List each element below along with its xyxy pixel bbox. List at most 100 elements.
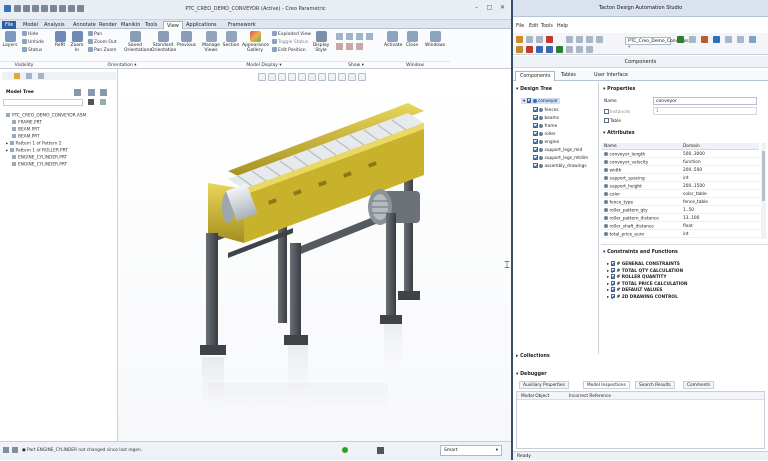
menu-help[interactable]: Help <box>557 24 568 29</box>
checkbox-checked-icon[interactable] <box>610 267 616 272</box>
open-icon[interactable] <box>526 36 533 43</box>
menu-tools[interactable]: Tools <box>541 24 553 29</box>
csys-icon[interactable] <box>366 33 373 40</box>
constraint-item[interactable]: ▸ # ROLLER QUANTITY <box>607 274 666 280</box>
checkbox-checked-icon[interactable] <box>533 163 538 168</box>
ribbon-tab-analysis[interactable]: Analysis <box>41 21 68 29</box>
constraint-item[interactable]: ▸ # DEFAULT VALUES <box>607 287 662 293</box>
checkbox-checked-icon[interactable] <box>533 131 538 136</box>
debugger-tab-search-results[interactable]: Search Results <box>635 381 675 389</box>
constraint-item[interactable]: ▸ # GENERAL CONSTRAINTS <box>607 261 680 267</box>
manage-views-button[interactable]: Manage Views <box>201 31 221 53</box>
attribute-row[interactable]: total_price_euro int <box>601 230 759 238</box>
model-tree-tab-icon[interactable] <box>14 73 20 79</box>
instances-row[interactable]: Instances <box>604 109 630 115</box>
model-tree-item[interactable]: FRAME.PRT <box>12 120 42 126</box>
constraint-item[interactable]: ▸ # TOTAL PRICE CALCULATION <box>607 280 688 287</box>
layers-button[interactable]: Layers <box>2 31 18 48</box>
debugger-tab-model-inspections[interactable]: Model Inspections <box>583 381 630 389</box>
design-tree-item[interactable]: assembly_drawings <box>533 163 587 169</box>
menu-edit[interactable]: Edit <box>529 24 538 29</box>
model-tree-item[interactable]: PTC_CREO_DEMO_CONVEYOR.ASM <box>6 113 86 119</box>
browser-toggle-icon[interactable] <box>12 447 18 453</box>
checkbox-checked-icon[interactable] <box>610 287 616 292</box>
model-tree-item[interactable]: ▸ Pattern 1 of ROLLER.PRT <box>6 148 68 154</box>
design-tree-item[interactable]: roller <box>533 131 556 137</box>
close-button[interactable]: Close <box>404 31 420 48</box>
show-toggles[interactable] <box>336 33 378 55</box>
checkbox-checked-icon[interactable] <box>533 155 538 160</box>
pan-zoom-button[interactable]: Pan Zoom <box>88 47 117 53</box>
checkbox-checked-icon[interactable] <box>533 123 538 128</box>
remove-icon[interactable] <box>526 46 533 53</box>
window-icon[interactable] <box>749 36 756 43</box>
ribbon-tab-view[interactable]: View <box>163 21 183 29</box>
checkbox-checked-icon[interactable] <box>610 293 616 298</box>
spin-center-icon[interactable] <box>336 43 343 50</box>
name-field[interactable]: conveyor <box>653 97 757 105</box>
zoom-in-icon[interactable] <box>268 73 276 81</box>
standard-orientation-button[interactable]: Standard Orientation <box>151 31 176 53</box>
undo-icon[interactable] <box>566 36 573 43</box>
attribute-row[interactable]: support_height 200..1500 <box>601 182 759 190</box>
hide-button[interactable]: Hide <box>22 31 38 37</box>
attribute-row[interactable]: roller_pattern_distance 13..100 <box>601 214 759 222</box>
file-name-field[interactable]: PTC_Creo_Demo_Conveyor.tcx * <box>625 37 696 51</box>
design-tree-item[interactable]: engine <box>533 139 559 145</box>
activate-button[interactable]: Activate <box>384 31 402 48</box>
maximize-icon[interactable]: □ <box>484 4 495 12</box>
attribute-row[interactable]: conveyor_length 500..3000 <box>601 150 759 158</box>
back-icon[interactable] <box>586 36 593 43</box>
tags-icon[interactable] <box>356 43 363 50</box>
pan-button[interactable]: Pan <box>88 31 102 37</box>
tree-search-field[interactable] <box>3 99 83 106</box>
save-icon[interactable] <box>536 36 543 43</box>
checkbox-icon[interactable] <box>604 118 609 123</box>
attribute-row[interactable]: fence_type fence_table <box>601 198 759 206</box>
ribbon-tab-tools[interactable]: Tools <box>142 21 160 29</box>
minimize-icon[interactable]: – <box>471 4 482 12</box>
annotations-icon[interactable] <box>346 43 353 50</box>
design-tree-item[interactable]: support_legs_mtdim <box>533 155 588 161</box>
zoom-out-button[interactable]: Zoom Out <box>88 39 117 45</box>
refit-icon[interactable] <box>258 73 266 81</box>
checkbox-checked-icon[interactable] <box>610 280 616 285</box>
display-style-icon[interactable] <box>308 73 316 81</box>
grid-icon[interactable] <box>737 36 744 43</box>
perspective-icon[interactable] <box>298 73 306 81</box>
menu-file[interactable]: File <box>516 24 524 29</box>
navigator-toggle-icon[interactable] <box>3 447 9 453</box>
checkbox-checked-icon[interactable] <box>526 98 532 103</box>
datum-axes-icon[interactable] <box>346 33 353 40</box>
datum-display-icon[interactable] <box>338 73 346 81</box>
saved-orientations-icon[interactable] <box>318 73 326 81</box>
annotation-display-icon[interactable] <box>348 73 356 81</box>
checkbox-checked-icon[interactable] <box>533 139 538 144</box>
close-icon[interactable]: ✕ <box>497 4 508 12</box>
function-icon[interactable] <box>556 46 563 53</box>
tree-root[interactable]: ▾ conveyor <box>521 98 560 104</box>
view-manager-icon[interactable] <box>328 73 336 81</box>
checkbox-checked-icon[interactable] <box>533 115 538 120</box>
model-tree-item[interactable]: ▸ Pattern 1 of Pattern 2 <box>6 141 62 147</box>
display-style-button[interactable]: Display Style <box>311 31 331 53</box>
folder-browser-tab-icon[interactable] <box>26 73 32 79</box>
tree-filters-icon[interactable] <box>100 89 107 96</box>
attribute-row[interactable]: support_spacing int <box>601 174 759 182</box>
previous-button[interactable]: Previous <box>177 31 196 48</box>
design-tree-item[interactable]: beams <box>533 115 559 121</box>
checkbox-checked-icon[interactable] <box>610 261 616 266</box>
ribbon-tab-framework[interactable]: Framework <box>225 21 259 29</box>
table-icon[interactable] <box>566 46 573 53</box>
expand-icon[interactable]: ▸ <box>6 149 8 154</box>
delete-icon[interactable] <box>546 36 553 43</box>
attributes-scrollbar[interactable] <box>761 143 766 239</box>
graphics-area[interactable]: ⌶ <box>118 83 511 441</box>
verify-icon[interactable] <box>677 36 684 43</box>
attribute-row[interactable]: width 200..500 <box>601 166 759 174</box>
expand-icon[interactable]: ▸ <box>6 142 8 147</box>
saved-orientations-button[interactable]: Saved Orientations <box>124 31 152 53</box>
windows-button[interactable]: Windows <box>425 31 445 48</box>
design-tree-item[interactable]: support_legs_mid <box>533 147 582 153</box>
ribbon-tab-annotate[interactable]: Annotate <box>70 21 99 29</box>
